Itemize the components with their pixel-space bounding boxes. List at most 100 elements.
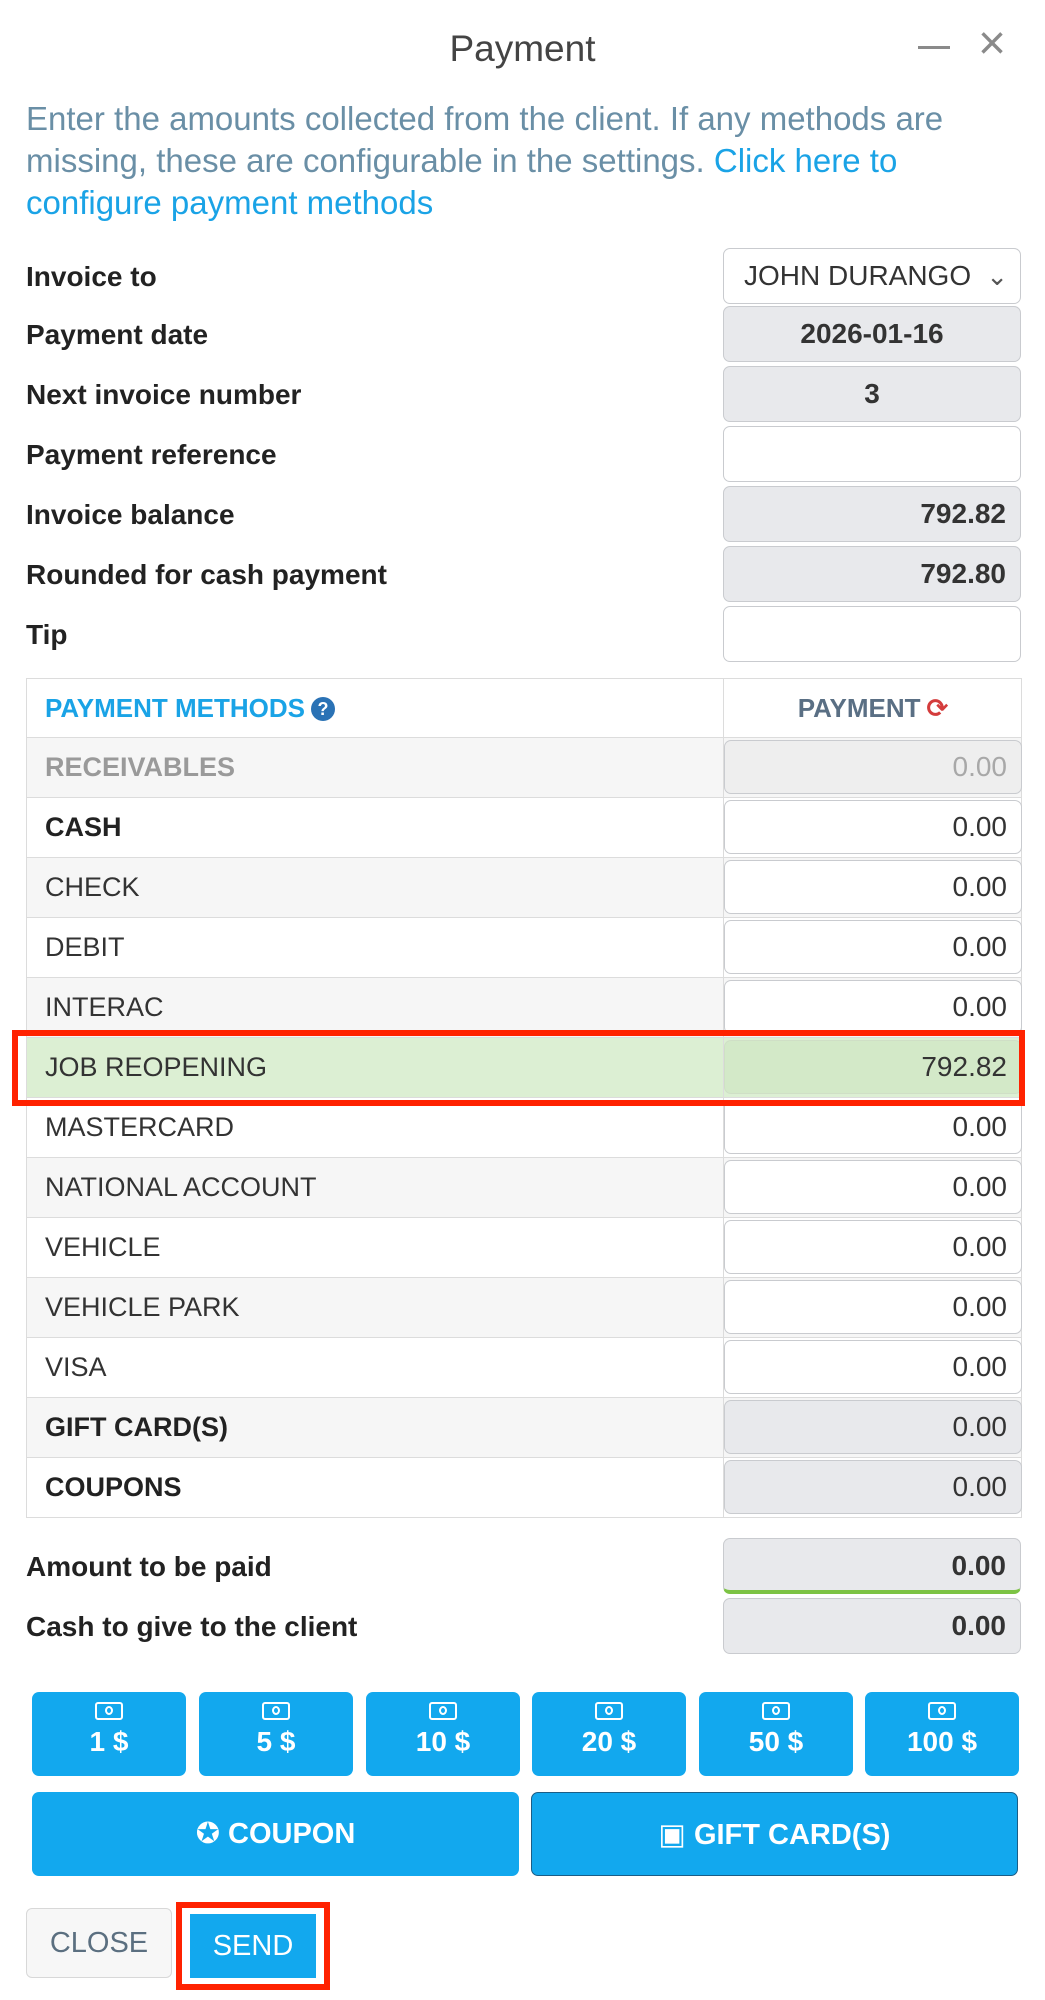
cash-amount-label: 1 $ xyxy=(89,1726,129,1757)
cash-to-give-label: Cash to give to the client xyxy=(26,1611,358,1642)
method-amount-input[interactable]: 0.00 xyxy=(724,920,1022,974)
method-amount-input: 0.00 xyxy=(724,1400,1022,1454)
amount-to-pay-label: Amount to be paid xyxy=(26,1551,272,1582)
method-name: VEHICLE xyxy=(45,1232,161,1262)
method-amount-input[interactable]: 0.00 xyxy=(724,1160,1022,1214)
method-row-interac: INTERAC 0.00 xyxy=(26,978,1022,1038)
amount-to-pay-field: 0.00 xyxy=(723,1538,1021,1594)
method-row-cash: CASH 0.00 xyxy=(26,798,1022,858)
cash-bill-icon xyxy=(928,1702,956,1720)
cash-100-button[interactable]: 100 $ xyxy=(865,1692,1019,1776)
method-amount-input[interactable]: 0.00 xyxy=(724,1280,1022,1334)
method-amount-input[interactable]: 0.00 xyxy=(724,1220,1022,1274)
header-payment: PAYMENT ⟳ xyxy=(724,679,1022,737)
help-icon[interactable]: ? xyxy=(311,697,336,721)
method-name: CHECK xyxy=(45,872,140,902)
invoice-balance-label: Invoice balance xyxy=(26,499,235,530)
rounded-cash-label: Rounded for cash payment xyxy=(26,559,387,590)
method-row-check: CHECK 0.00 xyxy=(26,858,1022,918)
payment-reference-input[interactable] xyxy=(723,426,1021,482)
coupon-label: COUPON xyxy=(228,1818,356,1850)
cash-bill-icon xyxy=(429,1702,457,1720)
method-amount-input: 0.00 xyxy=(724,1460,1022,1514)
method-name: NATIONAL ACCOUNT xyxy=(45,1172,317,1202)
cash-bill-icon xyxy=(762,1702,790,1720)
method-amount-input[interactable]: 0.00 xyxy=(724,860,1022,914)
method-amount-input[interactable]: 0.00 xyxy=(724,1340,1022,1394)
method-row-receivables: RECEIVABLES 0.00 xyxy=(26,738,1022,798)
method-row-debit: DEBIT 0.00 xyxy=(26,918,1022,978)
invoice-balance-field: 792.82 xyxy=(723,486,1021,542)
invoice-to-row: Invoice to JOHN DURANGO ⌄ xyxy=(26,248,1022,306)
method-row-vehicle: VEHICLE 0.00 xyxy=(26,1218,1022,1278)
rounded-cash-field: 792.80 xyxy=(723,546,1021,602)
payment-date-field: 2026-01-16 xyxy=(723,306,1021,362)
header-methods-label: PAYMENT METHODS xyxy=(45,693,306,723)
next-invoice-row: Next invoice number 3 xyxy=(26,366,1022,424)
table-header: PAYMENT METHODS? PAYMENT ⟳ xyxy=(26,678,1022,738)
cash-bill-icon xyxy=(595,1702,623,1720)
method-name: CASH xyxy=(45,812,122,842)
method-row-national-account: NATIONAL ACCOUNT 0.00 xyxy=(26,1158,1022,1218)
invoice-to-label: Invoice to xyxy=(26,261,157,292)
method-name: INTERAC xyxy=(45,992,164,1022)
payment-dialog: Payment × Enter the amounts collected fr… xyxy=(0,0,1045,2000)
method-amount-input[interactable]: 0.00 xyxy=(724,1100,1022,1154)
payment-date-row: Payment date 2026-01-16 xyxy=(26,306,1022,364)
cash-to-give-row: Cash to give to the client 0.00 xyxy=(26,1598,1022,1656)
invoice-balance-row: Invoice balance 792.82 xyxy=(26,486,1022,544)
gift-icon: ▣ xyxy=(658,1819,686,1851)
method-name: DEBIT xyxy=(45,932,125,962)
cash-amount-label: 50 $ xyxy=(748,1726,804,1757)
method-row-mastercard: MASTERCARD 0.00 xyxy=(26,1098,1022,1158)
cash-50-button[interactable]: 50 $ xyxy=(699,1692,853,1776)
payment-reference-row: Payment reference xyxy=(26,426,1022,484)
gift-card-button[interactable]: ▣ GIFT CARD(S) xyxy=(531,1792,1018,1876)
cash-bill-icon xyxy=(262,1702,290,1720)
method-name: COUPONS xyxy=(45,1472,182,1502)
method-name: MASTERCARD xyxy=(45,1112,235,1142)
amount-to-pay-row: Amount to be paid 0.00 xyxy=(26,1538,1022,1596)
header-methods: PAYMENT METHODS? xyxy=(45,679,336,737)
tag-icon: ✪ xyxy=(195,1818,220,1850)
close-icon[interactable]: × xyxy=(970,20,1014,68)
payment-date-label: Payment date xyxy=(26,319,209,350)
method-amount-input[interactable]: 0.00 xyxy=(724,800,1022,854)
method-row-coupons: COUPONS 0.00 xyxy=(26,1458,1022,1518)
cash-10-button[interactable]: 10 $ xyxy=(366,1692,520,1776)
cash-amount-label: 5 $ xyxy=(256,1726,296,1757)
send-highlight-annotation: SEND xyxy=(176,1902,330,1990)
next-invoice-label: Next invoice number xyxy=(26,379,302,410)
minimize-icon[interactable] xyxy=(912,22,956,66)
cash-bill-icon xyxy=(95,1702,123,1720)
cash-amount-label: 20 $ xyxy=(581,1726,637,1757)
payment-reference-label: Payment reference xyxy=(26,439,277,470)
next-invoice-field: 3 xyxy=(723,366,1021,422)
method-name: VISA xyxy=(45,1352,107,1382)
cash-20-button[interactable]: 20 $ xyxy=(532,1692,686,1776)
invoice-to-value: JOHN DURANGO xyxy=(744,260,972,291)
method-row-visa: VISA 0.00 xyxy=(26,1338,1022,1398)
method-row-gift-cards: GIFT CARD(S) 0.00 xyxy=(26,1398,1022,1458)
cash-to-give-field: 0.00 xyxy=(723,1598,1021,1654)
coupon-button[interactable]: ✪ COUPON xyxy=(32,1792,519,1876)
tip-row: Tip xyxy=(26,606,1022,664)
send-button[interactable]: SEND xyxy=(190,1914,316,1978)
tip-input[interactable] xyxy=(723,606,1021,662)
header-payment-label: PAYMENT xyxy=(797,693,921,723)
highlight-annotation xyxy=(12,1030,1025,1106)
intro-text: Enter the amounts collected from the cli… xyxy=(26,98,1016,224)
refresh-icon[interactable]: ⟳ xyxy=(927,693,949,723)
chevron-down-icon: ⌄ xyxy=(986,261,1008,291)
method-name: RECEIVABLES xyxy=(45,752,236,782)
cash-5-button[interactable]: 5 $ xyxy=(199,1692,353,1776)
method-amount-input: 0.00 xyxy=(724,740,1022,794)
invoice-to-select[interactable]: JOHN DURANGO ⌄ xyxy=(723,248,1021,304)
cash-amount-label: 100 $ xyxy=(906,1726,978,1757)
gift-card-label: GIFT CARD(S) xyxy=(693,1819,891,1851)
method-amount-input[interactable]: 0.00 xyxy=(724,980,1022,1034)
cash-1-button[interactable]: 1 $ xyxy=(32,1692,186,1776)
close-button[interactable]: CLOSE xyxy=(26,1908,172,1978)
rounded-cash-row: Rounded for cash payment 792.80 xyxy=(26,546,1022,604)
cash-amount-label: 10 $ xyxy=(415,1726,471,1757)
